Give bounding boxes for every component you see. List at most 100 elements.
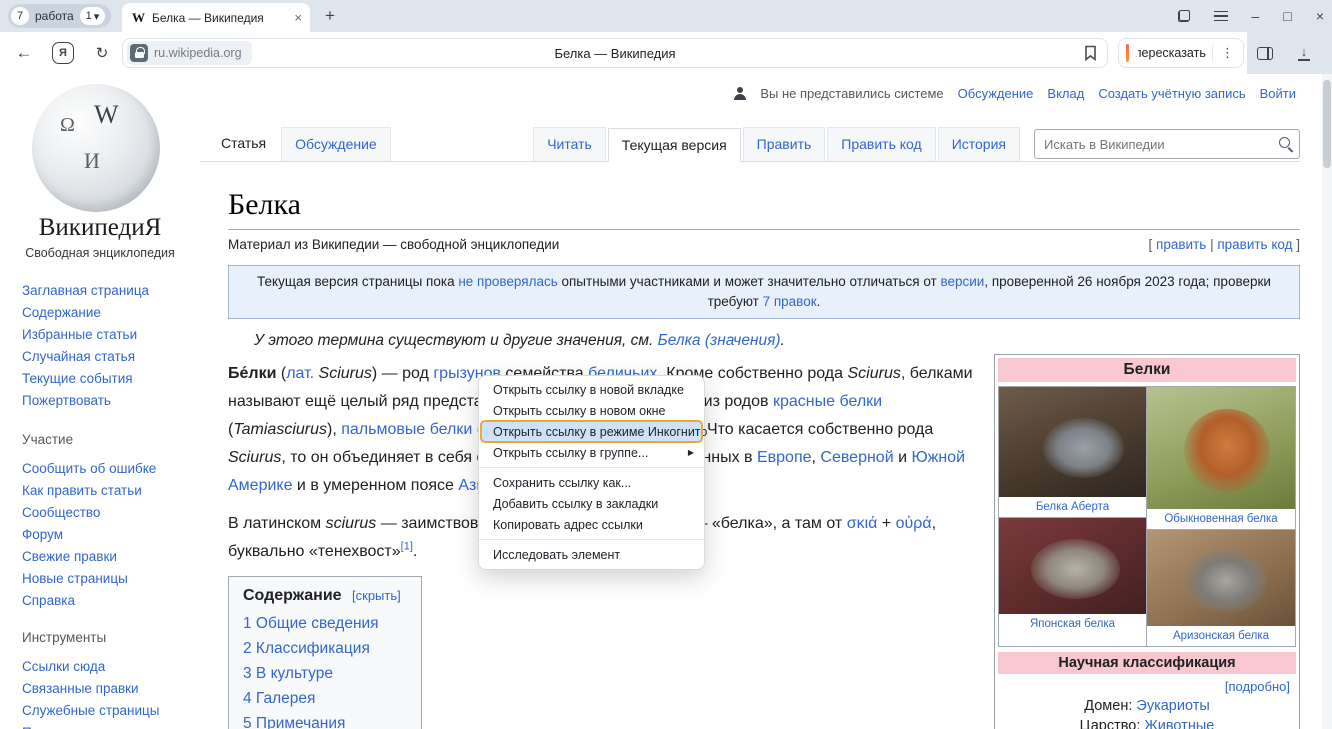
context-menu-item-bookmark-link[interactable]: Добавить ссылку в закладки [479,493,704,514]
inline-link[interactable]: Белка (значения) [658,332,781,349]
retell-button[interactable]: пересказать ⋮ [1118,38,1244,68]
inline-link[interactable]: σκιά [847,515,878,532]
abert-squirrel-image[interactable] [999,387,1146,497]
tab-article[interactable]: Статья [208,127,279,161]
classification-details-link[interactable]: [подробно] [998,674,1296,696]
toc-item-gallery[interactable]: 4 Галерея [243,686,401,711]
inline-link[interactable]: [1] [401,541,413,553]
tab-group-chip[interactable]: 7 работа 1▾ [8,4,111,28]
personal-link-create-account[interactable]: Создать учётную запись [1098,86,1245,101]
image-caption[interactable]: Белка Аберта [999,497,1146,517]
sidebar-item-current-events[interactable]: Текущие события [22,368,198,390]
image-caption[interactable]: Японская белка [999,614,1146,634]
close-button[interactable]: × [1316,9,1324,23]
lock-icon[interactable] [130,44,148,62]
toc-hide-link[interactable]: [скрыть] [352,588,401,603]
toc-item-classification[interactable]: 2 Классификация [243,636,401,661]
inline-link[interactable]: красные белки [773,393,882,410]
omnibox[interactable]: ru.wikipedia.org Белка — Википедия [122,38,1108,68]
back-button[interactable]: ← [10,32,38,74]
inline-link[interactable]: лат. [286,365,314,382]
bookmark-icon[interactable] [1084,45,1097,61]
tab-edit[interactable]: Править [743,127,826,161]
maximize-button[interactable]: □ [1283,9,1291,23]
taxonomy-value-link[interactable]: Животные [1144,718,1214,729]
sidebar-item-related-changes[interactable]: Связанные правки [22,678,198,700]
context-menu-item-save-link-as[interactable]: Сохранить ссылку как... [479,472,704,493]
sidebar-item-contents[interactable]: Содержание [22,302,198,324]
kebab-menu-icon[interactable]: ⋮ [1218,45,1237,61]
sidebar-item-random[interactable]: Случайная статья [22,346,198,368]
sidebar-item-permanent-link[interactable]: Постоянная ссылка [22,722,198,729]
personal-link-talk[interactable]: Обсуждение [958,86,1034,101]
sidebar-item-main-page[interactable]: Заглавная страница [22,280,198,302]
sidebar-item-special-pages[interactable]: Служебные страницы [22,700,198,722]
context-menu-item-open-in-group[interactable]: Открыть ссылку в группе... ▶ [479,442,704,463]
image-caption[interactable]: Обыкновенная белка [1147,509,1295,529]
tab-group-badge[interactable]: 1▾ [80,7,106,25]
tab-close-icon[interactable]: × [294,10,302,25]
context-menu-item-open-new-window[interactable]: Открыть ссылку в новом окне [479,400,704,421]
inline-link[interactable]: Северной [820,449,893,466]
image-cell: Японская белка [999,518,1146,634]
red-squirrel-image[interactable] [1147,387,1295,509]
search-icon[interactable] [1279,137,1290,148]
sidebar-item-how-to-edit[interactable]: Как править статьи [22,480,198,502]
yandex-button[interactable]: Я [52,42,74,64]
new-tab-button[interactable]: + [318,4,342,28]
wiki-search-input[interactable] [1035,130,1299,158]
personal-link-contributions[interactable]: Вклад [1047,86,1084,101]
image-caption[interactable]: Аризонская белка [1147,626,1295,646]
inline-link[interactable]: 7 правок [763,294,817,309]
sidebar-item-help[interactable]: Справка [22,590,198,612]
context-menu-item-copy-link-address[interactable]: Копировать адрес ссылки [479,514,704,535]
tab-edit-source[interactable]: Править код [827,127,935,161]
context-menu-item-open-new-tab[interactable]: Открыть ссылку в новой вкладке [479,379,704,400]
context-menu-item-inspect-element[interactable]: Исследовать элемент [479,544,704,565]
context-menu-item-open-incognito[interactable]: Открыть ссылку в режиме Инкогнито [481,421,702,442]
sidebar-item-report-error[interactable]: Сообщить об ошибке [22,458,198,480]
browser-tab-active[interactable]: W Белка — Википедия × [122,3,310,32]
sidebar-item-what-links-here[interactable]: Ссылки сюда [22,656,198,678]
text-run: ), [327,421,341,438]
image-cell: Белка Аберта [999,387,1146,518]
inline-link[interactable]: править [1156,237,1206,252]
inline-link[interactable]: Европе [757,449,812,466]
personal-link-login[interactable]: Войти [1260,86,1296,101]
japanese-squirrel-image[interactable] [999,518,1146,614]
toc-item-culture[interactable]: 3 В культуре [243,661,401,686]
toc-item-references[interactable]: 5 Примечания [243,711,401,729]
minimize-button[interactable]: – [1252,9,1260,23]
tab-discussion[interactable]: Обсуждение [281,127,391,161]
inline-link[interactable]: пальмовые белки [341,421,472,438]
url-text: ru.wikipedia.org [154,46,242,60]
site-chip[interactable]: ru.wikipedia.org [127,41,252,65]
toc-item-overview[interactable]: 1 Общие сведения [243,611,401,636]
pending-changes-notice: Текущая версия страницы пока не проверял… [228,265,1300,319]
sidebar-item-donate[interactable]: Пожертвовать [22,390,198,412]
edit-links: [ править | править код ] [1149,237,1300,252]
sidebar-item-community[interactable]: Сообщество [22,502,198,524]
download-icon[interactable]: ↓ [1297,45,1311,61]
scrollbar-thumb[interactable] [1323,80,1331,168]
inline-link[interactable]: οὐρά [896,515,932,532]
inline-link[interactable]: не проверялась [458,274,557,289]
inline-link[interactable]: править код [1217,237,1292,252]
toc-title: Содержание [243,587,342,604]
side-panel-icon[interactable] [1257,47,1273,60]
arizona-squirrel-image[interactable] [1147,530,1295,626]
sidebar-item-recent-changes[interactable]: Свежие правки [22,546,198,568]
sidebar-item-featured[interactable]: Избранные статьи [22,324,198,346]
tab-history[interactable]: История [938,127,1020,161]
tab-read[interactable]: Читать [533,127,606,161]
wikipedia-globe-logo[interactable]: Ω W И [32,84,160,212]
menu-icon[interactable] [1214,11,1228,21]
tab-current-version[interactable]: Текущая версия [608,128,741,162]
sidebar-item-forum[interactable]: Форум [22,524,198,546]
sidebar-item-new-pages[interactable]: Новые страницы [22,568,198,590]
taxonomy-label: Царство: [1080,718,1145,729]
reload-button[interactable]: ↻ [88,32,116,74]
inline-link[interactable]: версии [940,274,984,289]
tabs-overview-icon[interactable] [1178,10,1190,22]
taxonomy-value-link[interactable]: Эукариоты [1136,698,1209,714]
